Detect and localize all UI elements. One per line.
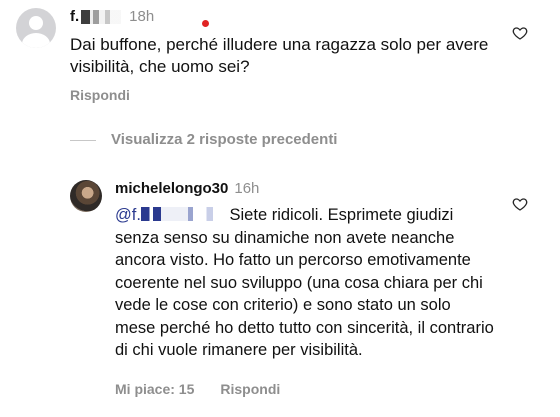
likes-count[interactable]: Mi piace: 15 bbox=[115, 381, 194, 397]
reply-username[interactable]: michelelongo30 bbox=[115, 180, 228, 197]
comments-thread: f. 18h Dai buffone, perché illudere una … bbox=[0, 0, 560, 417]
reply-text: Siete ridicoli. Esprimete giudizi senza … bbox=[115, 206, 494, 359]
notification-dot bbox=[202, 20, 209, 27]
reply-text-block: @f. Siete ridicoli. Esprimete giudizi se… bbox=[115, 204, 495, 362]
reply-time: 16h bbox=[234, 180, 260, 197]
reply-header: michelelongo30 16h bbox=[115, 180, 259, 197]
comment-time: 18h bbox=[129, 8, 155, 25]
comment-header: f. 18h bbox=[70, 8, 154, 25]
mention-link[interactable]: @f. bbox=[115, 206, 141, 224]
reply-button[interactable]: Rispondi bbox=[220, 381, 280, 397]
view-previous-replies-button[interactable]: Visualizza 2 risposte precedenti bbox=[111, 131, 337, 148]
heart-outline-icon[interactable] bbox=[512, 25, 528, 41]
heart-outline-icon[interactable] bbox=[512, 196, 528, 212]
comment-text: Dai buffone, perché illudere una ragazza… bbox=[70, 35, 489, 76]
comment-username[interactable]: f. bbox=[70, 8, 79, 25]
reply-footer: Mi piace: 15 Rispondi bbox=[115, 381, 280, 397]
avatar[interactable] bbox=[70, 180, 102, 212]
reply-button[interactable]: Rispondi bbox=[70, 87, 130, 103]
default-avatar-icon[interactable] bbox=[16, 8, 56, 48]
divider-line bbox=[70, 140, 96, 141]
redacted-mention bbox=[140, 207, 225, 221]
redacted-username bbox=[81, 9, 122, 24]
